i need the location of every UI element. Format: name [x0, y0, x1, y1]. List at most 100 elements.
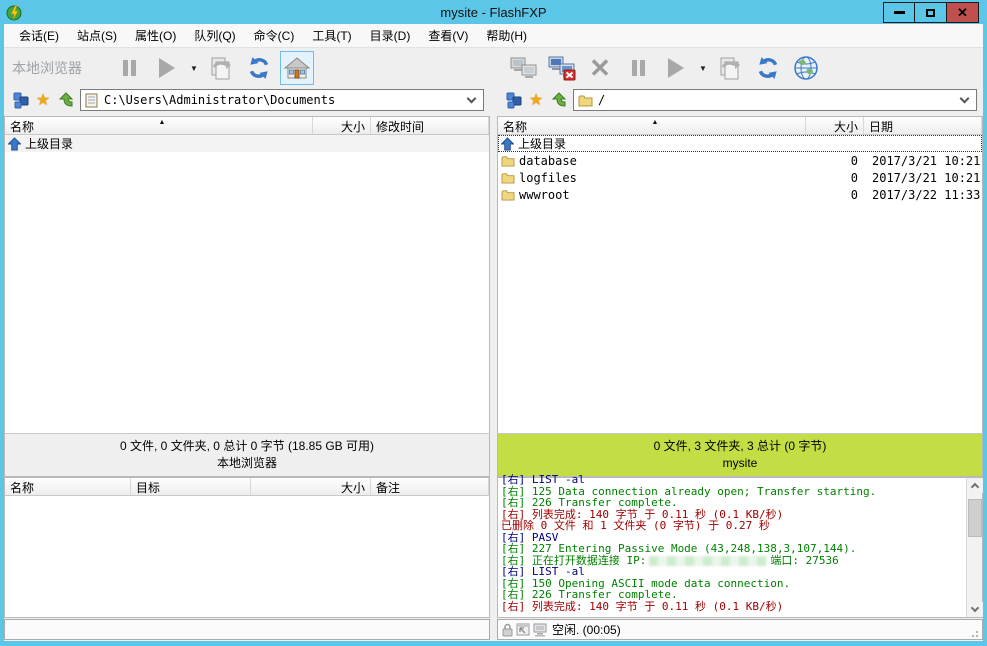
remote-resume-dropdown[interactable]: ▼ — [697, 51, 709, 85]
remote-status-panel: 0 文件, 3 文件夹, 3 总计 (0 字节) mysite — [497, 433, 983, 477]
local-file-list: 名称 ▲ 大小 修改时间 上级目录 — [4, 116, 490, 433]
sort-asc-icon: ▲ — [159, 119, 166, 126]
folder-icon — [501, 189, 515, 201]
up-directory-icon — [8, 137, 21, 151]
menu-help[interactable]: 帮助(H) — [477, 24, 536, 47]
column-header-modified[interactable]: 修改时间 — [371, 117, 489, 134]
menu-tools[interactable]: 工具(T) — [303, 24, 360, 47]
local-status-counts: 0 文件, 0 文件夹, 0 总计 0 字节 (18.85 GB 可用) — [5, 438, 489, 455]
local-pathbar: ★ C:\Users\Administrator\Doc — [4, 88, 490, 116]
sort-asc-icon: ▲ — [652, 119, 659, 126]
statusbar: 空闲. (00:05) — [4, 619, 983, 641]
remote-transfer-button[interactable] — [713, 51, 747, 85]
queue-column-note[interactable]: 备注 — [371, 478, 489, 495]
log-scrollbar[interactable] — [966, 478, 982, 617]
remote-disconnect-button[interactable] — [545, 51, 579, 85]
panel-splitter[interactable] — [490, 48, 497, 477]
lock-icon — [501, 623, 514, 637]
column-header-name[interactable]: 名称 ▲ — [5, 117, 313, 134]
local-browser-label: 本地浏览器 — [12, 58, 82, 78]
remote-resume-button[interactable] — [659, 51, 693, 85]
local-refresh-button[interactable] — [242, 51, 276, 85]
redacted-ip — [649, 556, 767, 566]
local-pause-button[interactable] — [112, 51, 146, 85]
maximize-button[interactable] — [915, 2, 947, 23]
chevron-down-icon: ▼ — [190, 64, 198, 73]
log-line: 已删除 0 文件 和 1 文件夹 (0 字节) 于 0.27 秒 — [501, 520, 966, 532]
list-item-database[interactable]: database 0 2017/3/21 10:21 — [498, 152, 982, 169]
menu-session[interactable]: 会话(E) — [10, 24, 68, 47]
chevron-down-icon[interactable] — [960, 94, 970, 104]
disconnect-icon — [548, 55, 576, 81]
menu-queue[interactable]: 队列(Q) — [185, 24, 244, 47]
close-button[interactable]: ✕ — [947, 2, 979, 23]
transfer-icon — [717, 55, 743, 81]
scroll-down-button[interactable] — [967, 602, 983, 617]
local-home-button[interactable] — [280, 51, 314, 85]
list-item-parent-dir[interactable]: 上级目录 — [498, 135, 982, 152]
queue-column-name[interactable]: 名称 — [5, 478, 131, 495]
scrollbar-thumb[interactable] — [968, 499, 982, 537]
column-header-name[interactable]: 名称 ▲ — [498, 117, 806, 134]
site-manager-icon — [13, 92, 30, 109]
remote-favorites-button[interactable]: ★ — [525, 90, 547, 110]
menu-directory[interactable]: 目录(D) — [361, 24, 420, 47]
up-arrow-icon — [57, 92, 74, 109]
remote-pause-button[interactable] — [621, 51, 655, 85]
queue-column-size[interactable]: 大小 — [251, 478, 371, 495]
list-item-logfiles[interactable]: logfiles 0 2017/3/21 10:21 — [498, 169, 982, 186]
remote-site-manager-button[interactable] — [503, 90, 525, 110]
folder-icon — [578, 94, 593, 107]
remote-path-value: / — [598, 93, 961, 107]
remote-path-combobox[interactable]: / — [573, 89, 977, 111]
remote-go-up-button[interactable] — [547, 90, 569, 110]
home-icon — [284, 55, 310, 81]
local-site-manager-button[interactable] — [10, 90, 32, 110]
chevron-down-icon[interactable] — [467, 94, 477, 104]
remote-abort-button[interactable]: ✕ — [583, 51, 617, 85]
remote-status-counts: 0 文件, 3 文件夹, 3 总计 (0 字节) — [498, 438, 982, 455]
bottom-splitter[interactable] — [490, 477, 497, 618]
maximize-icon — [926, 9, 935, 17]
transfer-queue-panel: 名称 目标 大小 备注 — [4, 477, 490, 618]
local-status-panel: 0 文件, 0 文件夹, 0 总计 0 字节 (18.85 GB 可用) 本地浏… — [4, 433, 490, 477]
scrollbar-track[interactable] — [967, 493, 983, 602]
local-list-body: 上级目录 — [5, 135, 489, 433]
column-header-size[interactable]: 大小 — [313, 117, 371, 134]
local-resume-dropdown[interactable]: ▼ — [188, 51, 200, 85]
column-header-size[interactable]: 大小 — [806, 117, 864, 134]
minimize-button[interactable] — [883, 2, 915, 23]
local-resume-button[interactable] — [150, 51, 184, 85]
statusbar-right-section: 空闲. (00:05) — [497, 619, 983, 640]
local-transfer-button[interactable] — [204, 51, 238, 85]
resize-grip[interactable] — [971, 628, 981, 638]
remote-refresh-button[interactable] — [751, 51, 785, 85]
remote-url-button[interactable] — [789, 51, 823, 85]
chevron-up-icon — [970, 483, 978, 491]
list-item-wwwroot[interactable]: wwwroot 0 2017/3/22 11:33 — [498, 186, 982, 203]
menu-view[interactable]: 查看(V) — [419, 24, 477, 47]
local-favorites-button[interactable]: ★ — [32, 90, 54, 110]
folder-icon — [501, 172, 515, 184]
refresh-icon — [246, 55, 272, 81]
menu-sites[interactable]: 站点(S) — [68, 24, 126, 47]
queue-column-target[interactable]: 目标 — [131, 478, 251, 495]
remote-file-list: 名称 ▲ 大小 日期 上级目录 — [497, 116, 983, 433]
menu-options[interactable]: 属性(O) — [126, 24, 185, 47]
menu-commands[interactable]: 命令(C) — [245, 24, 304, 47]
folder-icon — [501, 155, 515, 167]
column-header-date[interactable]: 日期 — [864, 117, 982, 134]
remote-connect-button[interactable] — [507, 51, 541, 85]
menubar: 会话(E) 站点(S) 属性(O) 队列(Q) 命令(C) 工具(T) 目录(D… — [4, 24, 983, 48]
list-item-parent-dir[interactable]: 上级目录 — [5, 135, 489, 152]
scroll-up-button[interactable] — [967, 478, 983, 493]
up-directory-icon — [501, 137, 514, 151]
local-path-combobox[interactable]: C:\Users\Administrator\Documents — [80, 89, 484, 111]
log-line: [右] LIST -al — [501, 566, 966, 578]
log-line: [右] 226 Transfer complete. — [501, 497, 966, 509]
minimize-icon — [894, 11, 905, 14]
local-go-up-button[interactable] — [54, 90, 76, 110]
transfer-icon — [208, 55, 234, 81]
local-panel: 本地浏览器 ▼ — [4, 48, 490, 477]
up-arrow-icon — [550, 92, 567, 109]
